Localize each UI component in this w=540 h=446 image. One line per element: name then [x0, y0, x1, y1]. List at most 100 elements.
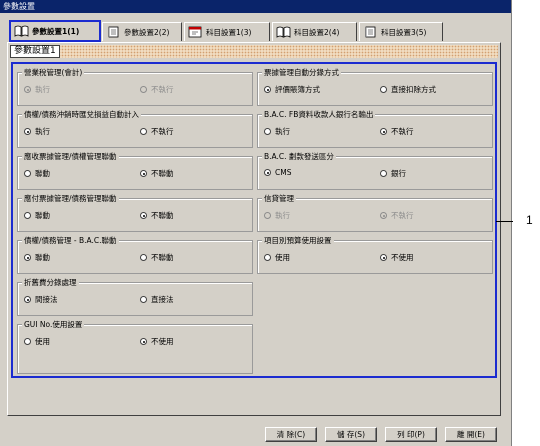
- group-payable-link: 應付票據管理/債務管理聯動 聯動 不聯動: [17, 194, 253, 232]
- group-credit-management: 信貸管理 執行 不執行: [257, 194, 493, 232]
- callout-number: 1: [526, 213, 533, 227]
- radio-empty-icon: [140, 86, 147, 93]
- radio-label: 不執行: [391, 127, 414, 136]
- radio-transfer-cms[interactable]: CMS: [264, 168, 291, 177]
- radio-label: 使用: [35, 337, 50, 346]
- radio-fx-execute[interactable]: 執行: [24, 126, 50, 137]
- card-icon: [188, 26, 202, 38]
- radio-label: 直接扣除方式: [391, 85, 436, 94]
- radio-label: 執行: [35, 127, 50, 136]
- book-icon: [276, 26, 291, 38]
- radio-selected-icon: [380, 212, 387, 219]
- radio-direct-deduction[interactable]: 直接扣除方式: [380, 84, 436, 95]
- radio-label: 執行: [275, 211, 290, 220]
- radio-label: 不執行: [151, 127, 174, 136]
- radio-selected-icon: [140, 170, 147, 177]
- tab-label: 科目設置3(5): [381, 27, 427, 37]
- radio-direct-method[interactable]: 直接法: [140, 294, 174, 305]
- callout-leader-line: [496, 221, 513, 222]
- radio-label: 不執行: [151, 85, 174, 94]
- clear-button[interactable]: 清 除(C): [265, 427, 317, 442]
- group-gui-no: GUI No.使用設置 使用 不使用: [17, 320, 253, 374]
- group-title: GUI No.使用設置: [22, 320, 85, 329]
- radio-receivable-link[interactable]: 聯動: [24, 168, 50, 179]
- radio-payable-no-link[interactable]: 不聯動: [140, 210, 174, 221]
- tab-accounts-2[interactable]: 科目設置2(4): [272, 22, 357, 41]
- radio-transfer-bank[interactable]: 銀行: [380, 168, 406, 179]
- radio-selected-icon: [380, 254, 387, 261]
- radio-empty-icon: [264, 254, 271, 261]
- group-title: 應收票據管理/債權管理聯動: [22, 152, 119, 161]
- tab-accounts-3[interactable]: 科目設置3(5): [359, 22, 443, 41]
- tab-label: 科目設置1(3): [206, 27, 252, 37]
- notebook-icon: [365, 26, 376, 38]
- radio-label: 間接法: [35, 295, 58, 304]
- tab-accounts-1[interactable]: 科目設置1(3): [184, 22, 270, 41]
- settings-highlight-region: 營業稅管理(會計) 執行 不執行 票據管理自動分錄方式 評價賬簿方式 直接扣除方…: [11, 62, 497, 378]
- radio-bac-link[interactable]: 聯動: [24, 252, 50, 263]
- group-vat-management: 營業稅管理(會計) 執行 不執行: [17, 68, 253, 106]
- save-button[interactable]: 儲 存(S): [325, 427, 377, 442]
- radio-receivable-no-link[interactable]: 不聯動: [140, 168, 174, 179]
- close-button[interactable]: 離 開(E): [445, 427, 497, 442]
- group-depreciation-entry: 折舊費分錄處理 間接法 直接法: [17, 278, 253, 316]
- radio-label: 不使用: [391, 253, 414, 262]
- group-bac-transfer-type: B.A.C. 劃款發送區分 CMS 銀行: [257, 152, 493, 190]
- tab-panel: 參數設置1 營業稅管理(會計) 執行 不執行 票據管理自動分錄方式 評價賬簿方式…: [7, 42, 501, 416]
- radio-label: CMS: [275, 168, 292, 177]
- radio-budget-not-use[interactable]: 不使用: [380, 252, 414, 263]
- radio-credit-not-execute[interactable]: 不執行: [380, 210, 414, 221]
- radio-gui-use[interactable]: 使用: [24, 336, 50, 347]
- radio-budget-use[interactable]: 使用: [264, 252, 290, 263]
- radio-label: 不聯動: [151, 169, 174, 178]
- tab-label: 科目設置2(4): [294, 27, 340, 37]
- radio-selected-icon: [264, 169, 271, 176]
- section-header: 參數設置1: [10, 45, 498, 58]
- radio-label: 不聯動: [151, 211, 174, 220]
- radio-credit-execute[interactable]: 執行: [264, 210, 290, 221]
- radio-indirect-method[interactable]: 間接法: [24, 294, 58, 305]
- radio-selected-icon: [24, 128, 31, 135]
- radio-label: 不執行: [391, 211, 414, 220]
- print-button[interactable]: 列 印(P): [385, 427, 437, 442]
- radio-payee-not-execute[interactable]: 不執行: [380, 126, 414, 137]
- radio-label: 銀行: [391, 169, 406, 178]
- radio-vat-not-execute[interactable]: 不執行: [140, 84, 174, 95]
- group-note-entry-method: 票據管理自動分錄方式 評價賬簿方式 直接扣除方式: [257, 68, 493, 106]
- radio-fx-not-execute[interactable]: 不執行: [140, 126, 174, 137]
- tab-params-2[interactable]: 參數設置2(2): [102, 22, 182, 41]
- settings-window: 參數設置 參數設置1(1) 參數設置2(2) 科目設置1(3) 科目設置2(4)…: [0, 0, 512, 446]
- tab-params-1[interactable]: 參數設置1(1): [9, 20, 101, 42]
- radio-payable-link[interactable]: 聯動: [24, 210, 50, 221]
- radio-selected-icon: [140, 338, 147, 345]
- radio-selected-icon: [24, 86, 31, 93]
- radio-gui-not-use[interactable]: 不使用: [140, 336, 174, 347]
- radio-valuation-ledger[interactable]: 評價賬簿方式: [264, 84, 320, 95]
- group-title: B.A.C. FB資料收款人銀行名輸出: [262, 110, 376, 119]
- radio-label: 不聯動: [151, 253, 174, 262]
- notebook-icon: [108, 26, 119, 38]
- radio-label: 使用: [275, 253, 290, 262]
- tab-label: 參數設置1(1): [32, 26, 80, 36]
- group-bac-payee-bank: B.A.C. FB資料收款人銀行名輸出 執行 不執行: [257, 110, 493, 148]
- group-fx-gain-loss: 債權/債務沖銷時匯兌損益自動計入 執行 不執行: [17, 110, 253, 148]
- radio-label: 評價賬簿方式: [275, 85, 320, 94]
- radio-label: 聯動: [35, 253, 50, 262]
- radio-selected-icon: [24, 296, 31, 303]
- section-title: 參數設置1: [10, 45, 60, 58]
- radio-empty-icon: [140, 128, 147, 135]
- radio-payee-execute[interactable]: 執行: [264, 126, 290, 137]
- group-title: 折舊費分錄處理: [22, 278, 79, 287]
- radio-empty-icon: [24, 170, 31, 177]
- radio-bac-no-link[interactable]: 不聯動: [140, 252, 174, 263]
- radio-empty-icon: [140, 254, 147, 261]
- radio-selected-icon: [380, 128, 387, 135]
- radio-vat-execute[interactable]: 執行: [24, 84, 50, 95]
- radio-empty-icon: [380, 86, 387, 93]
- group-title: B.A.C. 劃款發送區分: [262, 152, 336, 161]
- group-title: 債權/債務管理 - B.A.C.聯動: [22, 236, 119, 245]
- group-title: 項目別預算使用設置: [262, 236, 334, 245]
- radio-selected-icon: [140, 212, 147, 219]
- radio-label: 直接法: [151, 295, 174, 304]
- radio-label: 聯動: [35, 211, 50, 220]
